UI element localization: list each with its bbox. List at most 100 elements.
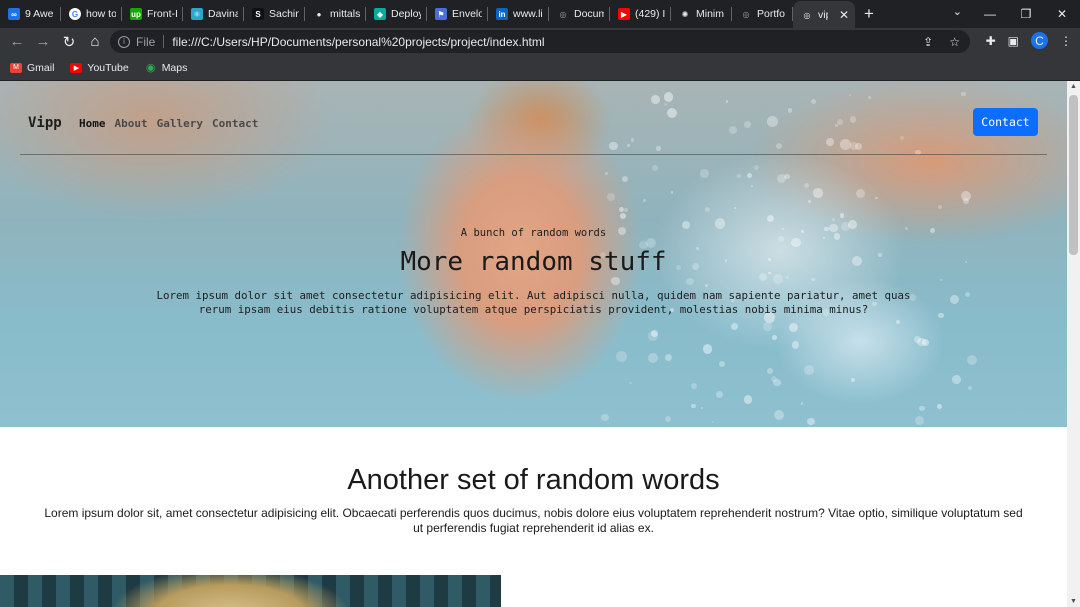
water-droplet (789, 322, 799, 332)
water-droplet (619, 212, 626, 219)
forward-button[interactable]: → (30, 33, 56, 50)
water-droplet (686, 277, 694, 286)
site-navbar: Vipp Home About Gallery Contact Contact (20, 107, 1047, 155)
water-droplet (747, 173, 753, 179)
water-droplet (875, 196, 878, 199)
tab-active[interactable]: ◎ vip ✕ (793, 1, 855, 29)
nav-link-about[interactable]: About (115, 117, 148, 130)
water-droplet (601, 413, 609, 422)
water-droplet (651, 164, 658, 171)
address-bar[interactable]: i File file:///C:/Users/HP/Documents/per… (110, 30, 970, 53)
water-droplet (751, 184, 754, 187)
hero-section: Vipp Home About Gallery Contact Contact A b… (0, 81, 1067, 427)
browser-tab[interactable]: ∞ 9 Awe (0, 0, 61, 28)
page-scrollbar[interactable]: ▲ ▼ (1067, 81, 1080, 607)
profile-avatar[interactable]: C (1031, 32, 1048, 49)
water-droplet (771, 334, 777, 340)
water-droplet (704, 207, 710, 213)
new-tab-button[interactable]: + (855, 4, 883, 24)
nav-link-home[interactable]: Home (79, 117, 106, 130)
water-droplet (711, 420, 715, 423)
water-droplet (766, 367, 773, 374)
tab-title: Minim (696, 8, 724, 20)
scroll-up-icon[interactable]: ▲ (1070, 83, 1077, 90)
tab-search-icon[interactable]: ⌄ (953, 5, 962, 18)
site-info-icon[interactable]: i (118, 35, 130, 48)
browser-tab[interactable]: up Front-I (122, 0, 183, 28)
browser-tab[interactable]: S Sachin (244, 0, 305, 28)
bookmark-star-icon[interactable]: ☆ (949, 35, 960, 49)
hero-subtitle: A bunch of random words (460, 227, 607, 239)
close-tab-icon[interactable]: ✕ (839, 8, 849, 22)
bookmark-youtube[interactable]: ▶ YouTube (70, 62, 129, 74)
water-droplet (736, 173, 742, 178)
water-droplet (896, 319, 901, 324)
browser-tab[interactable]: ✺ Minim (671, 0, 732, 28)
water-droplet (767, 215, 774, 223)
water-droplet (607, 193, 615, 201)
maps-icon: ◉ (145, 62, 156, 74)
browser-tab[interactable]: Ghow to (61, 0, 122, 28)
omnibox-divider (163, 35, 165, 48)
nav-links: Home About Gallery Contact (79, 117, 258, 130)
back-button[interactable]: ← (4, 33, 30, 50)
nav-link-gallery[interactable]: Gallery (157, 117, 203, 130)
tab-title: 9 Awe (25, 8, 54, 20)
browser-tab[interactable]: ⚛ Davina (183, 0, 244, 28)
scroll-thumb[interactable] (1069, 95, 1078, 255)
water-droplet (731, 323, 739, 331)
browser-tab[interactable]: ▶ (429) I (610, 0, 671, 28)
menu-icon[interactable]: ⋮ (1060, 34, 1072, 48)
tab-title: vip (818, 9, 828, 21)
water-droplet (702, 343, 713, 354)
water-droplet (762, 322, 772, 332)
tab-title: www.li (513, 8, 543, 20)
bookmark-maps[interactable]: ◉ Maps (145, 62, 188, 75)
water-droplet (733, 206, 737, 210)
home-button[interactable]: ⌂ (82, 33, 108, 50)
water-droplet (960, 91, 966, 97)
water-droplet (691, 404, 696, 409)
close-window-button[interactable]: ✕ (1044, 7, 1080, 21)
browser-tab[interactable]: ⚑ Envelo (427, 0, 488, 28)
minimize-button[interactable]: — (972, 7, 1008, 21)
tab-title: Envelo (452, 8, 482, 20)
water-droplet (718, 360, 725, 367)
browser-tab[interactable]: in www.li (488, 0, 549, 28)
brand-logo[interactable]: Vipp (28, 115, 62, 131)
page-viewport: Vipp Home About Gallery Contact Contact A b… (0, 81, 1067, 607)
react-icon: ⚛ (191, 8, 203, 20)
scroll-down-icon[interactable]: ▼ (1070, 598, 1077, 605)
reload-button[interactable]: ↻ (56, 33, 82, 51)
browser-tab[interactable]: ◆ Deploy (366, 0, 427, 28)
bookmark-gmail[interactable]: M Gmail (10, 62, 54, 74)
github-icon: ● (316, 9, 322, 19)
water-droplet (664, 353, 672, 361)
side-panel-icon[interactable]: ▣ (1008, 34, 1019, 48)
infinity-icon: ∞ (8, 8, 20, 20)
water-droplet (664, 416, 671, 423)
browser-tab[interactable]: ◎ Docum (549, 0, 610, 28)
youtube-icon: ▶ (70, 62, 83, 73)
water-droplet (810, 98, 816, 104)
water-droplet (663, 91, 674, 102)
tab-list: ∞ 9 Awe Ghow to up Front-I ⚛ Davina S Sachin ● mit… (0, 0, 793, 28)
browser-tab[interactable]: ◎ Portfo (732, 0, 793, 28)
section-text: Lorem ipsum dolor sit, amet consectetur … (44, 506, 1023, 535)
water-droplet (647, 352, 658, 363)
restore-button[interactable]: ❐ (1008, 7, 1044, 21)
browser-tab[interactable]: ● mittals (305, 0, 366, 28)
water-droplet (939, 278, 943, 282)
water-droplet (701, 406, 704, 409)
share-icon[interactable]: ⇪ (923, 35, 933, 49)
contact-button[interactable]: Contact (973, 108, 1038, 136)
url-text[interactable]: file:///C:/Users/HP/Documents/personal%2… (172, 35, 544, 49)
extensions-icon[interactable]: ✚ (986, 34, 996, 48)
nav-link-contact[interactable]: Contact (212, 117, 258, 130)
gmail-icon: M (10, 62, 22, 73)
hero-text: Lorem ipsum dolor sit amet consectetur a… (156, 289, 911, 316)
water-droplet (856, 188, 866, 198)
tab-title: Deploy (391, 8, 421, 20)
section-title: Another set of random words (347, 464, 720, 496)
tab-title: (429) I (635, 8, 665, 20)
